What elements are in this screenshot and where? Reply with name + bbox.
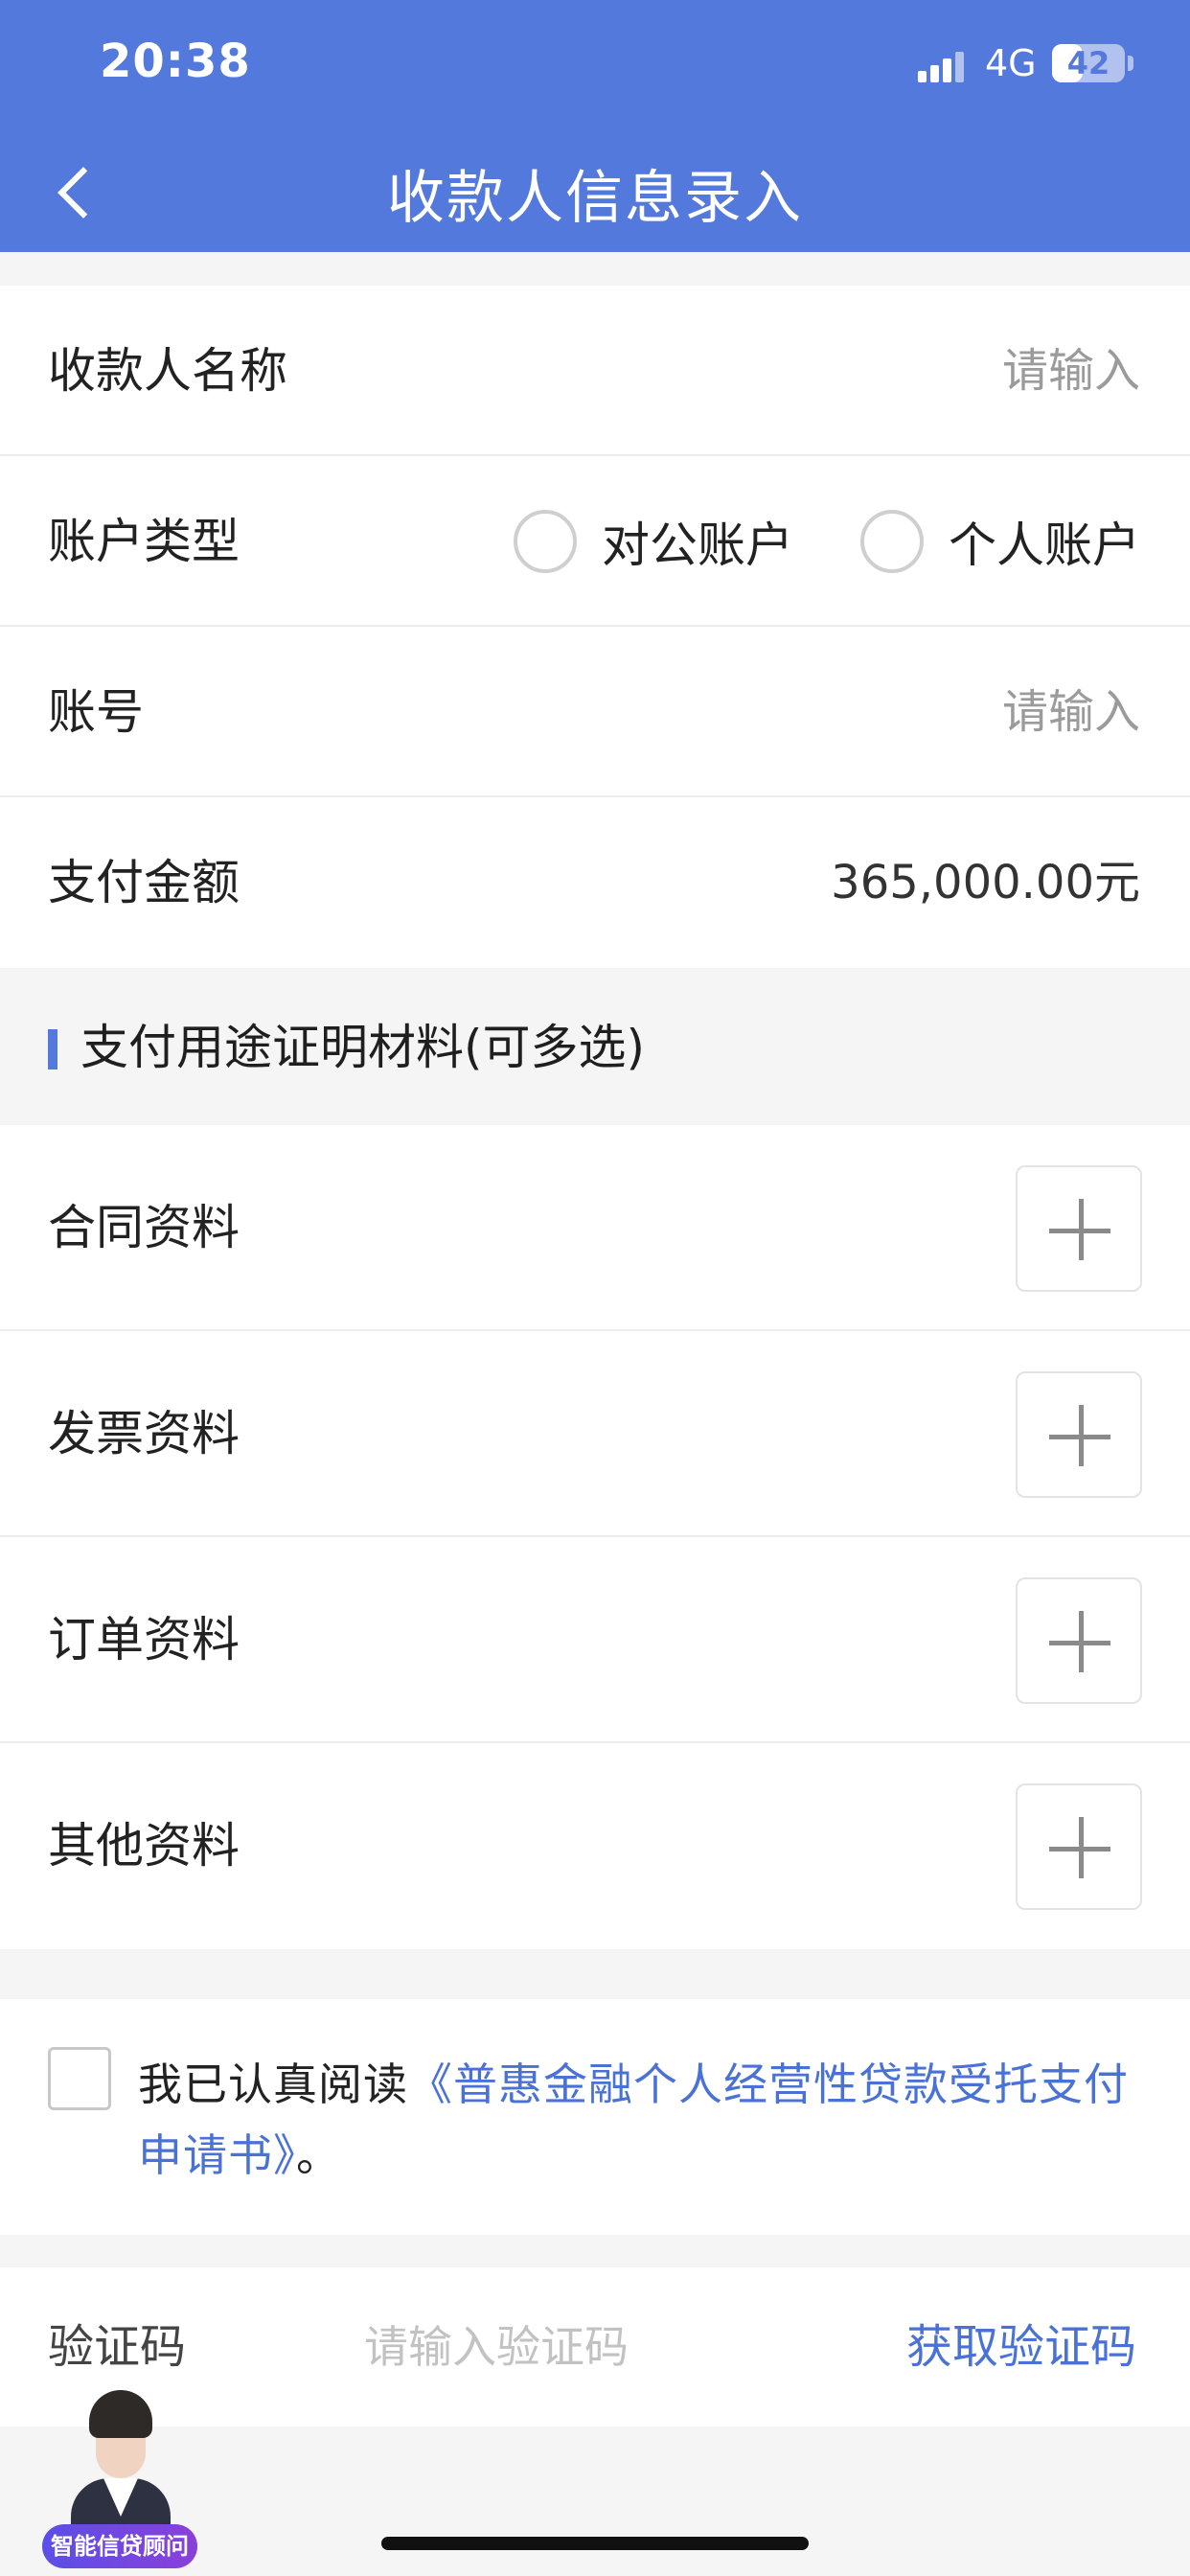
agreement-text: 我已认真阅读《普惠金融个人经营性贷款受托支付申请书》。 bbox=[138, 2049, 1144, 2191]
account-type-radio-group: 对公账户 个人账户 bbox=[446, 456, 1140, 627]
network-type: 4G bbox=[985, 42, 1037, 84]
payment-amount-row: 支付金额 365,000.00元 bbox=[0, 797, 1190, 968]
section-accent-bar bbox=[48, 1029, 57, 1070]
app-header: 20:38 4G 42 收款人信息录入 bbox=[0, 0, 1190, 252]
payment-amount-label: 支付金额 bbox=[48, 855, 240, 910]
agreement-suffix: 。 bbox=[296, 2129, 341, 2181]
plus-icon[interactable] bbox=[1016, 1165, 1142, 1292]
agreement-card: 我已认真阅读《普惠金融个人经营性贷款受托支付申请书》。 bbox=[0, 1999, 1190, 2235]
materials-card: 合同资料 发票资料 订单资料 其他资料 bbox=[0, 1125, 1190, 1949]
page-title: 收款人信息录入 bbox=[387, 165, 803, 232]
upload-row-contract: 合同资料 bbox=[0, 1125, 1190, 1331]
radio-personal-account[interactable]: 个人账户 bbox=[860, 507, 1140, 576]
battery-level: 42 bbox=[1066, 45, 1110, 81]
radio-personal-label[interactable]: 个人账户 bbox=[949, 507, 1140, 576]
account-number-label: 账号 bbox=[48, 684, 144, 740]
payee-info-card: 收款人名称 请输入 账户类型 对公账户 个人账户 账号 请输入 支付金额 365… bbox=[0, 286, 1190, 968]
agreement-checkbox[interactable] bbox=[48, 2047, 111, 2110]
account-type-row: 账户类型 对公账户 个人账户 bbox=[0, 456, 1190, 627]
battery-icon: 42 bbox=[1052, 44, 1125, 82]
assistant-badge[interactable]: 智能信贷顾问 bbox=[42, 2524, 197, 2568]
plus-icon[interactable] bbox=[1016, 1371, 1142, 1498]
payee-name-row[interactable]: 收款人名称 请输入 bbox=[0, 286, 1190, 456]
status-time: 20:38 bbox=[100, 34, 251, 88]
payee-name-label: 收款人名称 bbox=[48, 343, 287, 399]
home-indicator[interactable] bbox=[381, 2537, 809, 2550]
verification-code-input[interactable]: 请输入验证码 bbox=[364, 2267, 629, 2426]
materials-section-header: 支付用途证明材料(可多选) bbox=[0, 970, 1190, 1125]
plus-icon[interactable] bbox=[1016, 1577, 1142, 1704]
plus-icon[interactable] bbox=[1016, 1783, 1142, 1910]
agreement-prefix: 我已认真阅读 bbox=[138, 2058, 408, 2110]
upload-row-invoice: 发票资料 bbox=[0, 1331, 1190, 1537]
account-number-input[interactable]: 请输入 bbox=[1002, 627, 1140, 797]
upload-label-contract: 合同资料 bbox=[48, 1200, 240, 1255]
upload-label-other: 其他资料 bbox=[48, 1818, 240, 1874]
battery-tip bbox=[1128, 56, 1133, 71]
upload-label-order: 订单资料 bbox=[48, 1612, 240, 1668]
radio-circle-icon[interactable] bbox=[514, 510, 577, 573]
radio-corporate-label[interactable]: 对公账户 bbox=[602, 507, 793, 576]
upload-label-invoice: 发票资料 bbox=[48, 1406, 240, 1461]
upload-row-order: 订单资料 bbox=[0, 1537, 1190, 1743]
account-number-row[interactable]: 账号 请输入 bbox=[0, 627, 1190, 797]
get-code-button[interactable]: 获取验证码 bbox=[906, 2267, 1136, 2426]
signal-icon bbox=[918, 50, 968, 82]
materials-section-title: 支付用途证明材料(可多选) bbox=[80, 1020, 646, 1075]
upload-row-other: 其他资料 bbox=[0, 1743, 1190, 1949]
payee-name-input[interactable]: 请输入 bbox=[1002, 286, 1140, 456]
account-type-label: 账户类型 bbox=[48, 514, 240, 569]
radio-circle-icon[interactable] bbox=[860, 510, 924, 573]
avatar-hair bbox=[89, 2390, 152, 2438]
payment-amount-value: 365,000.00元 bbox=[831, 856, 1140, 909]
radio-corporate-account[interactable]: 对公账户 bbox=[514, 507, 793, 576]
